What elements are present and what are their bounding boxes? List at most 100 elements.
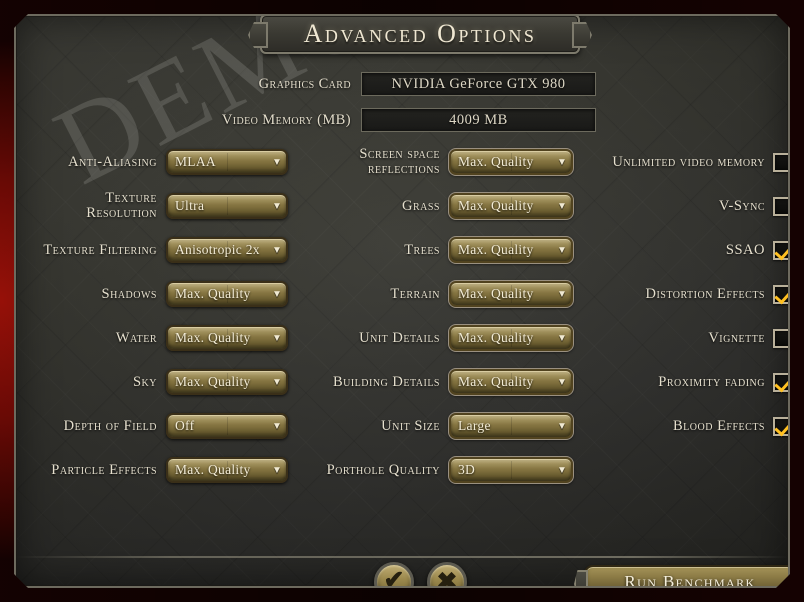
chevron-down-icon: ▼ [272, 464, 282, 476]
option-blood-effects: Blood Effects [602, 411, 790, 441]
option-terrain: Terrain Max. Quality ▼ [302, 279, 598, 309]
dropdown-unit-size[interactable]: Large ▼ [449, 413, 573, 439]
dropdown-anti-aliasing[interactable]: MLAA ▼ [166, 149, 288, 175]
check-icon: ✔ [383, 567, 405, 588]
chevron-down-icon: ▼ [272, 200, 282, 212]
option-screen-space-reflections: Screen space reflections Max. Quality ▼ [302, 147, 598, 177]
option-label: Blood Effects [673, 417, 765, 434]
option-label: Unit Details [359, 329, 440, 346]
option-distortion-effects: Distortion Effects [602, 279, 790, 309]
checkbox-vignette[interactable] [773, 329, 790, 348]
option-trees: Trees Max. Quality ▼ [302, 235, 598, 265]
option-label: Shadows [101, 285, 157, 302]
option-label: Proximity fading [658, 373, 765, 390]
dropdown-value: Large [458, 418, 491, 433]
dropdown-screen-space-reflections[interactable]: Max. Quality ▼ [449, 149, 573, 175]
dropdown-value: Max. Quality [458, 330, 534, 345]
chevron-down-icon: ▼ [557, 332, 567, 344]
dropdown-value: Ultra [175, 198, 205, 213]
dropdown-water[interactable]: Max. Quality ▼ [166, 325, 288, 351]
option-label: Unit Size [381, 417, 440, 434]
close-icon: ✖ [436, 568, 458, 588]
checkbox-unlimited-video-memory[interactable] [773, 153, 790, 172]
run-benchmark-label: Run Benchmark [624, 572, 756, 588]
dropdown-texture-resolution[interactable]: Ultra ▼ [166, 193, 288, 219]
option-label: SSAO [725, 241, 765, 258]
option-label: Texture Resolution [86, 190, 157, 221]
checkbox-ssao[interactable] [773, 241, 790, 260]
option-label: Vignette [708, 329, 765, 346]
chevron-down-icon: ▼ [557, 200, 567, 212]
dropdown-trees[interactable]: Max. Quality ▼ [449, 237, 573, 263]
dropdown-value: Max. Quality [458, 242, 534, 257]
dropdown-shadows[interactable]: Max. Quality ▼ [166, 281, 288, 307]
dropdown-terrain[interactable]: Max. Quality ▼ [449, 281, 573, 307]
accept-button[interactable]: ✔ [374, 562, 414, 588]
chevron-down-icon: ▼ [557, 288, 567, 300]
dropdown-building-details[interactable]: Max. Quality ▼ [449, 369, 573, 395]
banner-cap-left-icon [248, 22, 268, 48]
dropdown-porthole-quality[interactable]: 3D ▼ [449, 457, 573, 483]
dropdown-value: MLAA [175, 154, 216, 169]
dropdown-unit-details[interactable]: Max. Quality ▼ [449, 325, 573, 351]
dropdown-particle-effects[interactable]: Max. Quality ▼ [166, 457, 288, 483]
chevron-down-icon: ▼ [557, 376, 567, 388]
banner-cap-right-icon [572, 22, 592, 48]
chevron-down-icon: ▼ [272, 156, 282, 168]
chevron-down-icon: ▼ [272, 376, 282, 388]
option-sky: Sky Max. Quality ▼ [40, 367, 305, 397]
chevron-down-icon: ▼ [272, 288, 282, 300]
options-column-left: Anti-Aliasing MLAA ▼ Texture Resolution … [40, 147, 305, 499]
option-depth-of-field: Depth of Field Off ▼ [40, 411, 305, 441]
option-texture-resolution: Texture Resolution Ultra ▼ [40, 191, 305, 221]
option-v-sync: V-Sync [602, 191, 790, 221]
run-benchmark-button[interactable]: Run Benchmark [584, 565, 790, 588]
checkbox-distortion-effects[interactable] [773, 285, 790, 304]
option-label: Sky [132, 373, 157, 390]
option-proximity-fading: Proximity fading [602, 367, 790, 397]
option-vignette: Vignette [602, 323, 790, 353]
option-unit-size: Unit Size Large ▼ [302, 411, 598, 441]
option-grass: Grass Max. Quality ▼ [302, 191, 598, 221]
chevron-down-icon: ▼ [272, 244, 282, 256]
checkbox-v-sync[interactable] [773, 197, 790, 216]
cancel-button[interactable]: ✖ [427, 562, 467, 588]
option-label: Distortion Effects [645, 285, 765, 302]
advanced-options-panel: DEMUEMEDIA Graphics Card NVIDIA GeForce … [14, 14, 790, 588]
benchmark-cap-left-icon [574, 570, 588, 588]
title-banner: Advanced Options [260, 14, 580, 54]
option-building-details: Building Details Max. Quality ▼ [302, 367, 598, 397]
options-column-right: Unlimited video memory V-Sync SSAO Disto… [602, 147, 790, 455]
graphics-card-label: Graphics Card [258, 75, 351, 92]
option-porthole-quality: Porthole Quality 3D ▼ [302, 455, 598, 485]
dropdown-depth-of-field[interactable]: Off ▼ [166, 413, 288, 439]
option-shadows: Shadows Max. Quality ▼ [40, 279, 305, 309]
option-label: Grass [402, 197, 440, 214]
option-anti-aliasing: Anti-Aliasing MLAA ▼ [40, 147, 305, 177]
option-water: Water Max. Quality ▼ [40, 323, 305, 353]
option-particle-effects: Particle Effects Max. Quality ▼ [40, 455, 305, 485]
chevron-down-icon: ▼ [557, 244, 567, 256]
dropdown-value: Max. Quality [458, 286, 534, 301]
option-label: Water [115, 329, 157, 346]
chevron-down-icon: ▼ [557, 464, 567, 476]
dropdown-value: Off [175, 418, 195, 433]
option-label: Unlimited video memory [612, 153, 765, 170]
option-label: Texture Filtering [43, 241, 157, 258]
checkbox-proximity-fading[interactable] [773, 373, 790, 392]
option-label: Particle Effects [51, 461, 157, 478]
dropdown-texture-filtering[interactable]: Anisotropic 2x ▼ [166, 237, 288, 263]
option-unit-details: Unit Details Max. Quality ▼ [302, 323, 598, 353]
option-label: Depth of Field [63, 417, 157, 434]
dropdown-sky[interactable]: Max. Quality ▼ [166, 369, 288, 395]
dropdown-value: Max. Quality [175, 330, 251, 345]
option-label: Porthole Quality [326, 461, 440, 478]
dropdown-grass[interactable]: Max. Quality ▼ [449, 193, 573, 219]
video-memory-value: 4009 MB [361, 108, 596, 132]
checkbox-blood-effects[interactable] [773, 417, 790, 436]
option-label: Screen space reflections [359, 146, 440, 177]
options-column-middle: Screen space reflections Max. Quality ▼ … [302, 147, 598, 499]
option-label: Anti-Aliasing [68, 153, 157, 170]
info-row-video-memory: Video Memory (MB) 4009 MB [216, 108, 596, 132]
dropdown-value: Max. Quality [458, 154, 534, 169]
